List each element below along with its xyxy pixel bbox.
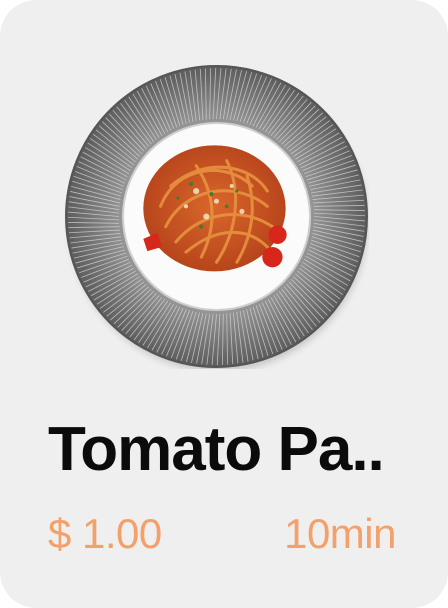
dish-title: Tomato Pa.. [48, 415, 385, 484]
card-meta: $ 1.00 10min [48, 506, 396, 562]
dish-image [64, 64, 369, 369]
food-card[interactable]: Tomato Pa.. $ 1.00 10min [0, 0, 448, 608]
prep-time-label: 10min [284, 510, 396, 557]
price-label: $ 1.00 [48, 510, 162, 557]
